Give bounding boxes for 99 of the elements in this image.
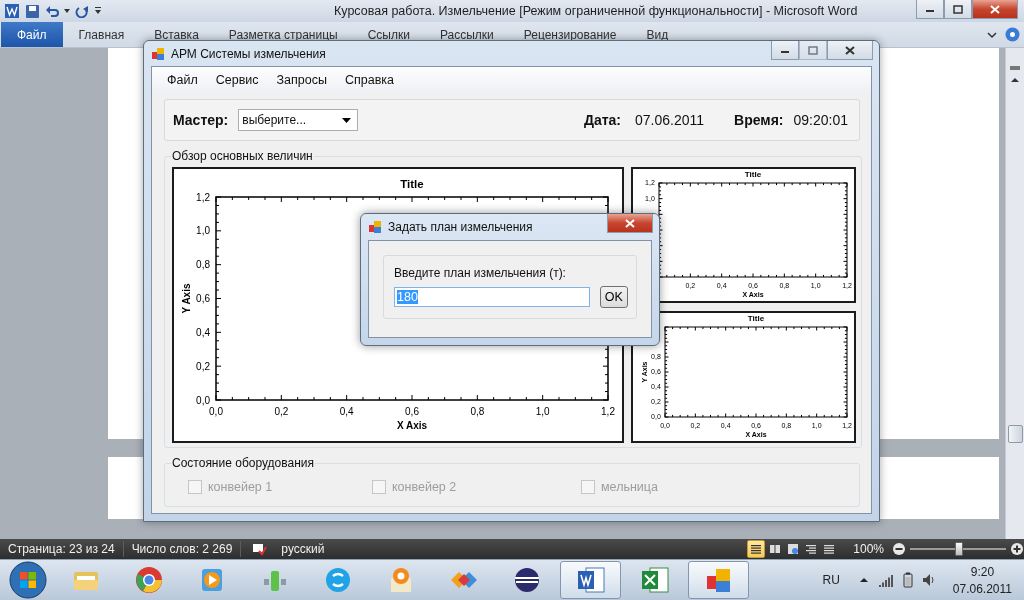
- browser-icon: [134, 566, 163, 594]
- chart-title: Title: [400, 178, 424, 190]
- language-label[interactable]: русский: [273, 542, 333, 556]
- document-icon: [575, 566, 606, 594]
- zoom-level[interactable]: 100%: [837, 542, 892, 556]
- undo-icon[interactable]: [45, 4, 59, 18]
- tick-label: 0,8: [470, 406, 485, 417]
- chart-title: Title: [744, 169, 762, 179]
- tick-label: 0,2: [196, 360, 210, 372]
- window-title: АРМ Системы измельчения: [171, 46, 327, 61]
- time-label: Время:: [734, 112, 784, 128]
- master-select[interactable]: выберите...: [238, 109, 359, 131]
- clock-date[interactable]: 07.06.2011: [952, 581, 1012, 596]
- tick-label: 0,0: [196, 394, 210, 406]
- menu-item[interactable]: Справка: [335, 73, 403, 87]
- ribbon-tab[interactable]: Рецензирование: [507, 27, 631, 42]
- speaker-icon[interactable]: [921, 573, 936, 587]
- scroll-up-icon[interactable]: [1010, 76, 1020, 84]
- window-title: Курсовая работа. Измельчение [Режим ограниченной функциональности] - Microsoft Word: [334, 4, 859, 18]
- ok-button[interactable]: OK: [599, 286, 628, 308]
- tick-label: 0,8: [196, 259, 210, 271]
- sphere-icon: [512, 566, 541, 594]
- page-count: Страница: 23 из 24: [7, 542, 116, 556]
- checkbox-label: мельница: [601, 480, 658, 494]
- file-tab[interactable]: Файл: [1, 22, 63, 47]
- ribbon-tab[interactable]: Вид: [630, 27, 683, 42]
- lines-icon: [823, 543, 836, 555]
- date-label: Дата:: [583, 112, 621, 128]
- group-title: Обзор основных величин: [171, 149, 314, 163]
- time-value: 09:20:01: [793, 112, 848, 128]
- tick-label: 1,0: [535, 406, 550, 417]
- checkbox-label: конвейер 1: [208, 480, 273, 494]
- tick-label: 0,4: [196, 326, 210, 338]
- customize-icon[interactable]: [94, 6, 102, 16]
- tick-label: 0,4: [339, 406, 354, 417]
- view-button[interactable]: [747, 540, 766, 558]
- close-button[interactable]: [827, 41, 873, 60]
- ribbon-tab[interactable]: Главная: [62, 27, 139, 42]
- close-button[interactable]: [972, 0, 1018, 19]
- menu-item[interactable]: Файл: [158, 73, 207, 87]
- group-title: Состояние оборудования: [171, 456, 315, 470]
- spellcheck-icon[interactable]: [251, 542, 268, 556]
- dialog-title: Задать план измельчения: [388, 220, 534, 234]
- tick-label: 0,2: [274, 406, 289, 417]
- ribbon-tab[interactable]: Ссылки: [351, 27, 424, 42]
- start-button[interactable]: [9, 561, 47, 599]
- page-icon: [750, 543, 763, 555]
- minimize-button[interactable]: [916, 0, 944, 19]
- chart-title: Title: [747, 313, 765, 323]
- menu-item[interactable]: Сервис: [206, 73, 268, 87]
- redo-icon[interactable]: [75, 4, 89, 18]
- save-icon: [25, 3, 40, 19]
- word-count: Число слов: 2 269: [130, 542, 234, 556]
- scrollbar-thumb[interactable]: [1007, 425, 1023, 443]
- taskbar-button[interactable]: [560, 561, 621, 599]
- minimize-button[interactable]: [771, 41, 799, 60]
- chevron-up-icon[interactable]: [858, 576, 869, 584]
- close-button[interactable]: [607, 214, 653, 233]
- axis-title: X Axis: [396, 420, 428, 431]
- word-app-icon: [4, 3, 20, 19]
- close-icon: [845, 45, 855, 55]
- prompt-label: Введите план измельчения (т):: [394, 266, 567, 280]
- dropdown-arrow-icon: [342, 117, 352, 123]
- menu-item[interactable]: Запросы: [267, 73, 336, 87]
- signal-icon[interactable]: [877, 573, 894, 587]
- app-icon: [368, 220, 382, 234]
- clock-time[interactable]: 9:20: [970, 564, 995, 579]
- zoom-in-icon[interactable]: [1010, 542, 1024, 556]
- help-icon[interactable]: [1005, 27, 1020, 42]
- caret-icon: [64, 8, 70, 14]
- tick-label: 0,6: [405, 406, 419, 417]
- tick-label: 1,2: [196, 191, 210, 203]
- restore-icon: [808, 45, 818, 55]
- zoom-out-icon[interactable]: [892, 542, 906, 556]
- tick-label: 0,0: [209, 406, 223, 417]
- battery-icon[interactable]: [902, 572, 913, 588]
- restore-button[interactable]: [944, 0, 972, 19]
- language-indicator[interactable]: RU: [822, 573, 840, 587]
- axis-title: Y Axis: [181, 283, 192, 314]
- master-label: Мастер:: [173, 112, 229, 128]
- restore-icon: [953, 4, 963, 14]
- tick-label: 0,6: [196, 293, 210, 304]
- spreadsheet-icon: [639, 566, 670, 594]
- checkbox-label: конвейер 2: [392, 480, 457, 494]
- ribbon-tab[interactable]: Рассылки: [423, 27, 508, 42]
- ribbon-tab[interactable]: Вставка: [138, 27, 213, 42]
- outline-icon: [805, 543, 818, 555]
- chevron-down-icon[interactable]: [987, 30, 997, 39]
- tick-label: 1,0: [196, 225, 210, 237]
- slider-thumb[interactable]: [955, 542, 963, 556]
- date-value: 07.06.2011: [635, 112, 705, 128]
- chat-icon: [323, 566, 352, 594]
- ribbon-tab[interactable]: Разметка страницы: [212, 27, 352, 42]
- close-icon: [625, 218, 635, 228]
- book-icon: [769, 543, 782, 555]
- web-page-icon: [787, 543, 800, 555]
- tick-label: 1,2: [601, 406, 615, 417]
- close-icon: [990, 4, 1000, 14]
- app-icon: [151, 46, 165, 61]
